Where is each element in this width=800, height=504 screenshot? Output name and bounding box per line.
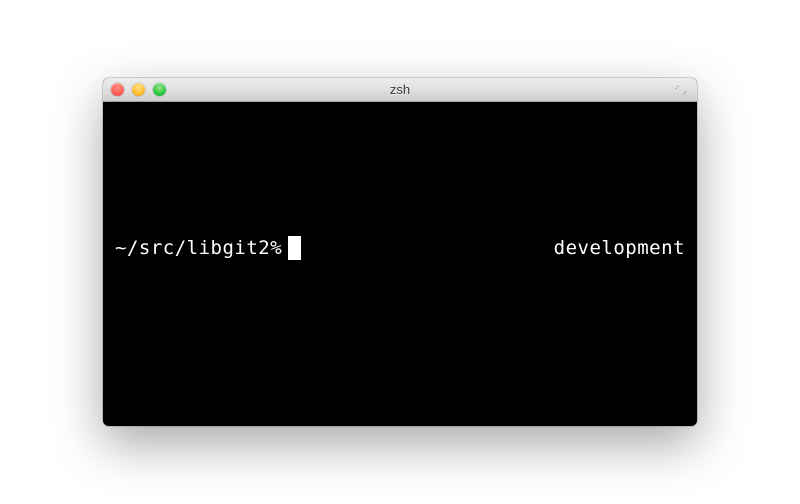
window-title: zsh bbox=[103, 82, 697, 97]
prompt-branch: development bbox=[554, 237, 685, 259]
prompt-path: ~/src/libgit2% bbox=[115, 237, 282, 259]
titlebar[interactable]: zsh bbox=[103, 78, 697, 102]
zoom-button[interactable] bbox=[153, 83, 166, 96]
close-button[interactable] bbox=[111, 83, 124, 96]
cursor bbox=[288, 236, 301, 260]
traffic-lights bbox=[111, 83, 166, 96]
minimize-button[interactable] bbox=[132, 83, 145, 96]
terminal-window: zsh ~/src/libgit2% development bbox=[103, 78, 697, 426]
fullscreen-icon bbox=[674, 84, 688, 96]
fullscreen-button[interactable] bbox=[673, 83, 689, 97]
terminal-content[interactable]: ~/src/libgit2% development bbox=[103, 102, 697, 426]
prompt-line: ~/src/libgit2% development bbox=[115, 236, 685, 260]
